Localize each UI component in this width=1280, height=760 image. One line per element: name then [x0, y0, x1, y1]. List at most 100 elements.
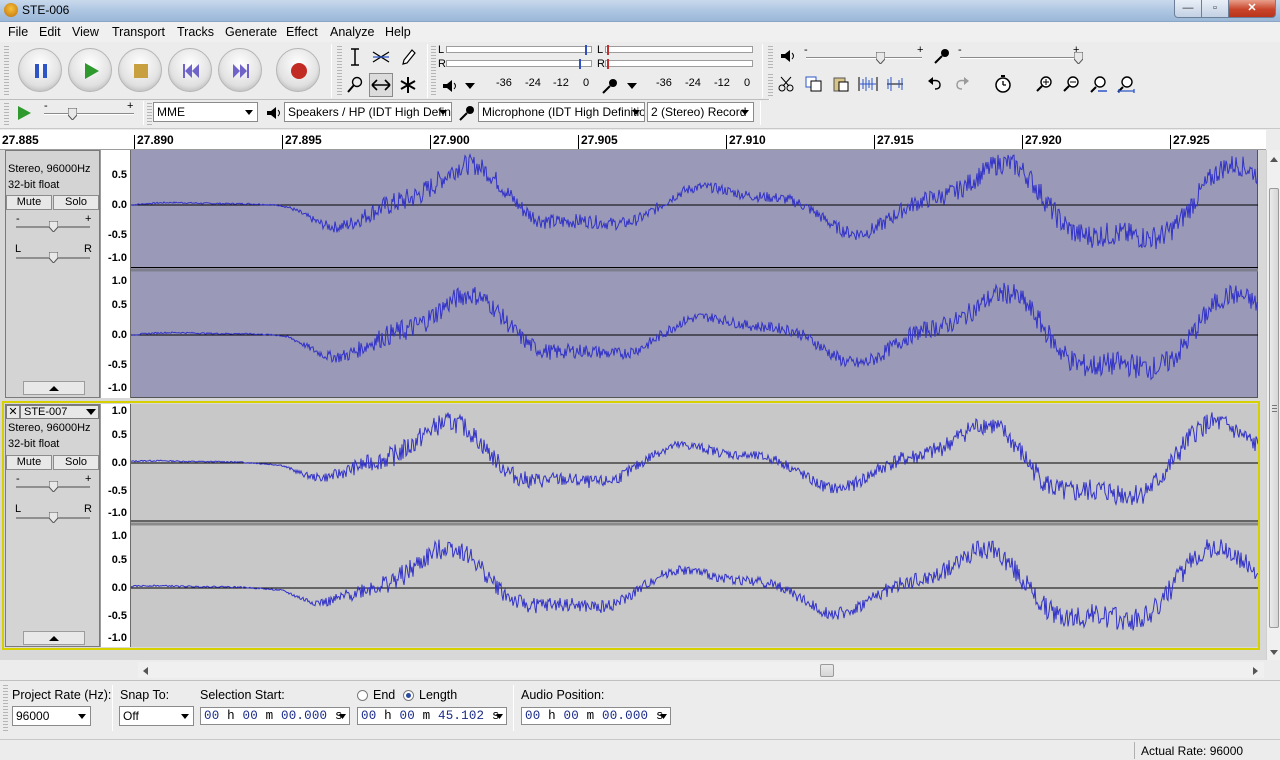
end-radio[interactable] [357, 690, 368, 701]
playback-meter-right[interactable] [446, 59, 592, 69]
output-device-dropdown[interactable]: Speakers / HP (IDT High Defini [284, 102, 452, 122]
toolbar-grip[interactable] [4, 46, 9, 96]
scroll-right-arrow-icon[interactable] [1251, 666, 1259, 676]
snap-to-dropdown[interactable]: Off [119, 706, 194, 726]
output-volume-slider[interactable] [806, 57, 922, 59]
fit-project-button[interactable] [1113, 72, 1137, 96]
horizontal-scrollbar[interactable] [138, 662, 1264, 678]
close-button[interactable]: ✕ [1228, 0, 1276, 18]
menu-edit[interactable]: Edit [39, 25, 61, 39]
horizontal-scroll-thumb[interactable] [820, 664, 834, 677]
playback-meter-left[interactable] [446, 45, 592, 55]
collapse-track-button[interactable] [23, 631, 85, 645]
paste-button[interactable] [829, 72, 853, 96]
silence-button[interactable] [883, 72, 907, 96]
record-meter-left[interactable] [605, 45, 753, 55]
redo-button[interactable] [950, 72, 974, 96]
selection-tool[interactable] [343, 45, 367, 69]
record-button[interactable] [276, 48, 320, 92]
play-speed-slider[interactable] [44, 113, 134, 115]
input-channels-dropdown[interactable]: 2 (Stereo) Record [647, 102, 754, 122]
output-volume-max: + [917, 44, 924, 56]
record-meter-menu-arrow[interactable] [620, 74, 644, 98]
close-track-button[interactable]: ✕ [6, 405, 20, 419]
time-shift-tool[interactable] [369, 73, 393, 97]
audio-position-time[interactable]: 00 h 00 m 00.000 s [521, 707, 671, 725]
mixer-grip[interactable] [768, 46, 773, 68]
input-volume-slider[interactable] [960, 57, 1080, 59]
envelope-tool[interactable] [369, 45, 393, 69]
selection-start-time[interactable]: 00 h 00 m 00.000 s [200, 707, 350, 725]
menu-help[interactable]: Help [385, 25, 411, 39]
multi-tool[interactable] [396, 73, 420, 97]
zoom-in-icon [1036, 76, 1052, 92]
zoom-tool[interactable] [343, 73, 367, 97]
length-radio[interactable] [403, 690, 414, 701]
tools-grip[interactable] [337, 46, 342, 96]
edit-grip[interactable] [768, 74, 773, 96]
project-rate-dropdown[interactable]: 96000 [12, 706, 91, 726]
track-waveform-area[interactable] [130, 404, 1259, 647]
gain-slider-thumb[interactable] [49, 481, 58, 492]
record-meter-right[interactable] [605, 59, 753, 69]
menu-generate[interactable]: Generate [225, 25, 277, 39]
zoom-in-button[interactable] [1032, 72, 1056, 96]
separator [762, 44, 763, 98]
track-name-menu[interactable]: STE-007 [20, 405, 99, 419]
play-speed-thumb[interactable] [68, 108, 77, 120]
actual-rate-text: Actual Rate: 96000 [1141, 744, 1244, 758]
menu-transport[interactable]: Transport [112, 25, 165, 39]
microphone-icon[interactable] [598, 74, 622, 98]
mute-button[interactable]: Mute [6, 455, 52, 470]
skip-to-end-button[interactable] [218, 48, 262, 92]
sync-lock-button[interactable] [991, 72, 1015, 96]
vertical-scroll-thumb[interactable] [1269, 188, 1279, 628]
copy-button[interactable] [802, 72, 826, 96]
undo-button[interactable] [923, 72, 947, 96]
selection-length-time[interactable]: 00 h 00 m 45.102 s [357, 707, 507, 725]
zoom-out-button[interactable] [1059, 72, 1083, 96]
playback-meter-menu-arrow[interactable] [458, 74, 482, 98]
draw-tool[interactable] [396, 45, 420, 69]
maximize-button[interactable]: ▫ [1201, 0, 1229, 18]
play-button[interactable] [68, 48, 112, 92]
timeline-ruler[interactable]: 27.885 27.890 27.895 27.900 27.905 27.91… [0, 130, 1266, 150]
scroll-up-arrow-icon[interactable] [1269, 156, 1279, 164]
scroll-down-arrow-icon[interactable] [1269, 648, 1279, 656]
gain-max-label: + [85, 473, 92, 485]
input-volume-thumb[interactable] [1074, 52, 1083, 64]
track-control-panel: Stereo, 96000Hz 32-bit float Mute Solo -… [5, 150, 100, 398]
menu-tracks[interactable]: Tracks [177, 25, 214, 39]
track-waveform-area[interactable] [130, 150, 1259, 398]
gain-slider-thumb[interactable] [49, 221, 58, 232]
input-device-dropdown[interactable]: Microphone (IDT High Definitio [478, 102, 645, 122]
meter-grip[interactable] [431, 46, 436, 96]
trim-button[interactable] [856, 72, 880, 96]
play-at-speed-grip[interactable] [4, 103, 9, 125]
stop-button[interactable] [118, 48, 162, 92]
menu-file[interactable]: File [8, 25, 28, 39]
pan-slider-thumb[interactable] [49, 512, 58, 523]
collapse-track-button[interactable] [23, 381, 85, 395]
solo-button[interactable]: Solo [53, 455, 99, 470]
skip-to-start-button[interactable] [168, 48, 212, 92]
minimize-button[interactable]: — [1174, 0, 1202, 18]
vertical-scrollbar[interactable] [1266, 150, 1280, 660]
fit-selection-button[interactable] [1086, 72, 1110, 96]
pause-button[interactable] [18, 48, 62, 92]
solo-button[interactable]: Solo [53, 195, 99, 210]
device-grip[interactable] [147, 103, 152, 125]
fit-project-icon [1117, 76, 1135, 93]
audio-host-dropdown[interactable]: MME [153, 102, 258, 122]
selection-toolbar-grip[interactable] [3, 685, 8, 731]
output-volume-thumb[interactable] [876, 52, 885, 64]
menu-analyze[interactable]: Analyze [330, 25, 374, 39]
mute-button[interactable]: Mute [6, 195, 52, 210]
scroll-left-arrow-icon[interactable] [142, 666, 150, 676]
ruler-label: 27.925 [1173, 133, 1210, 147]
menu-effect[interactable]: Effect [286, 25, 318, 39]
play-at-speed-button[interactable] [12, 101, 36, 125]
pan-slider-thumb[interactable] [49, 252, 58, 263]
menu-view[interactable]: View [72, 25, 99, 39]
cut-button[interactable] [775, 72, 799, 96]
